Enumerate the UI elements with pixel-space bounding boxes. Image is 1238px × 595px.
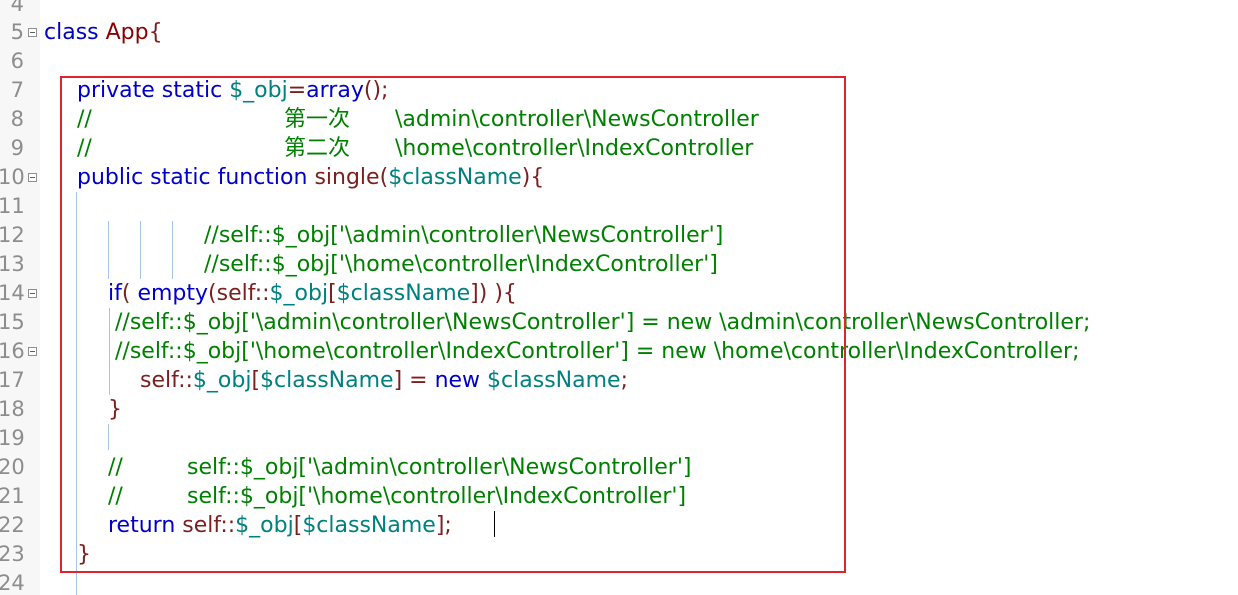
- fold-toggle-icon[interactable]: [28, 28, 37, 37]
- code-line-6[interactable]: 6: [0, 47, 1238, 76]
- line-number: 21: [0, 484, 25, 508]
- code-line-5[interactable]: 5 class App{: [0, 18, 1238, 47]
- line-number: 20: [0, 455, 25, 479]
- line-number: 5: [10, 20, 24, 44]
- line-number: 24: [0, 571, 25, 595]
- code-line-4[interactable]: 4: [0, 0, 1238, 19]
- highlight-annotation-box: [60, 76, 846, 573]
- line-number: 16: [0, 339, 25, 363]
- line-number: 17: [0, 368, 25, 392]
- line-number: 15: [0, 310, 25, 334]
- line-number: 19: [0, 426, 25, 450]
- line-number: 18: [0, 397, 25, 421]
- code-text: class App{: [44, 18, 163, 47]
- line-number: 13: [0, 252, 25, 276]
- fold-toggle-icon[interactable]: [28, 173, 37, 182]
- line-number: 23: [0, 542, 25, 566]
- fold-toggle-icon[interactable]: [28, 289, 37, 298]
- line-number: 14: [0, 281, 25, 305]
- text-cursor: [494, 511, 495, 537]
- line-number: 6: [10, 49, 24, 73]
- line-number: 9: [10, 136, 24, 160]
- code-token-operator: {: [148, 20, 163, 45]
- line-number: 10: [0, 165, 25, 189]
- code-editor[interactable]: 4 5 class App{6 7 private static $_obj=array…: [0, 0, 1238, 595]
- code-token-keyword: class: [44, 20, 106, 45]
- line-number: 7: [10, 78, 24, 102]
- line-number: 4: [10, 0, 24, 16]
- line-number: 22: [0, 513, 25, 537]
- line-number: 8: [10, 107, 24, 131]
- line-number: 11: [0, 194, 25, 218]
- fold-toggle-icon[interactable]: [28, 347, 37, 356]
- code-token-classname: App: [105, 20, 149, 45]
- line-number: 12: [0, 223, 25, 247]
